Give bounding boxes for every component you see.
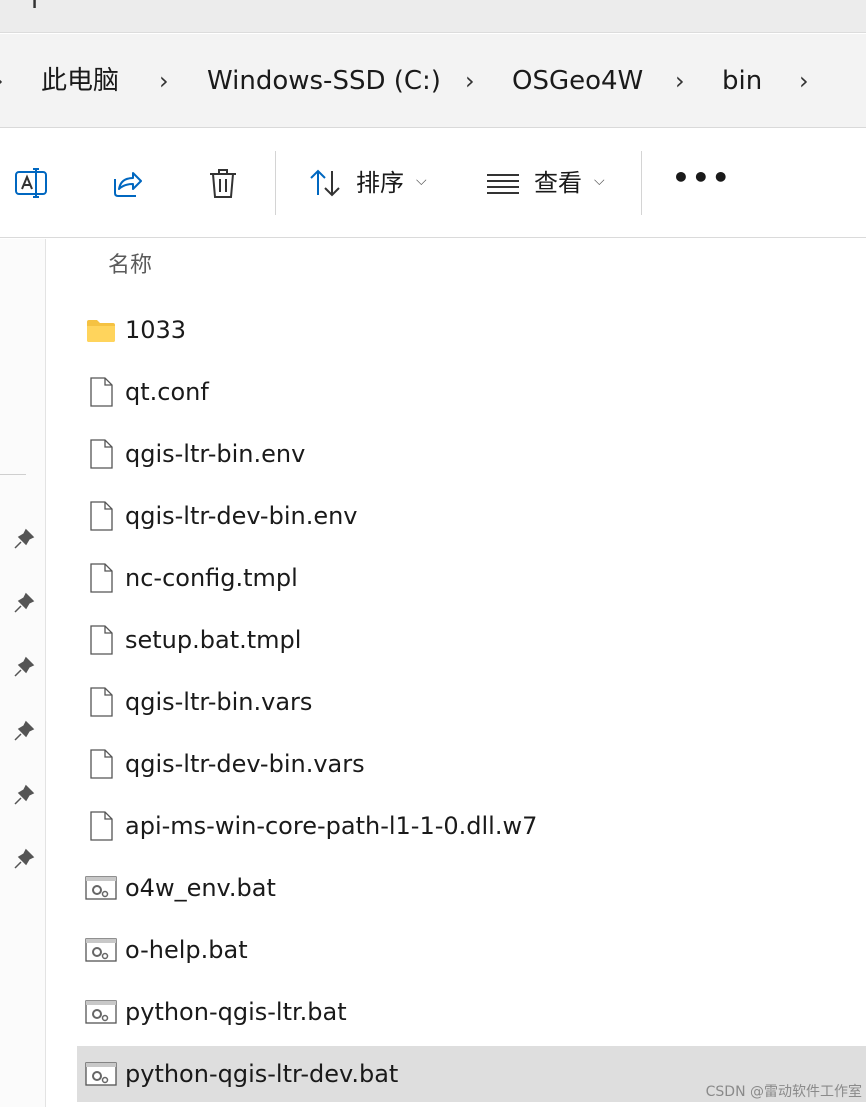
list-item[interactable]: setup.bat.tmpl	[77, 612, 866, 668]
pin-icon[interactable]	[12, 719, 36, 743]
column-header-name[interactable]: 名称	[108, 251, 152, 281]
chevron-down-icon: ⌵	[594, 173, 605, 189]
rename-icon[interactable]	[14, 165, 50, 201]
breadcrumb-item-this-pc[interactable]: 此电脑	[41, 65, 119, 97]
breadcrumb-item-osgeo4w[interactable]: OSGeo4W	[512, 65, 643, 97]
file-name: python-qgis-ltr.bat	[125, 998, 347, 1026]
batch-file-icon	[85, 876, 117, 900]
toolbar-divider	[641, 151, 642, 215]
chevron-down-icon: ⌵	[416, 173, 427, 189]
file-name: o4w_env.bat	[125, 874, 276, 902]
file-name: 1033	[125, 316, 187, 344]
file-name: qgis-ltr-dev-bin.env	[125, 502, 358, 530]
view-button[interactable]: 查看	[534, 167, 582, 199]
file-icon	[90, 377, 113, 407]
file-icon	[90, 501, 113, 531]
file-icon	[90, 687, 113, 717]
list-item[interactable]: o4w_env.bat	[77, 860, 866, 916]
list-item[interactable]: qgis-ltr-bin.env	[77, 426, 866, 482]
pin-icon[interactable]	[12, 527, 36, 551]
list-item[interactable]: nc-config.tmpl	[77, 550, 866, 606]
folder-icon	[87, 320, 115, 342]
batch-file-icon	[85, 938, 117, 962]
breadcrumb-separator[interactable]: ›	[675, 65, 685, 97]
new-tab-button[interactable]: +	[22, 0, 47, 14]
file-name: nc-config.tmpl	[125, 564, 298, 592]
list-item[interactable]: 1033	[77, 302, 866, 358]
view-list-icon[interactable]	[485, 165, 521, 201]
file-name: qt.conf	[125, 378, 209, 406]
file-icon	[90, 811, 113, 841]
breadcrumb-separator[interactable]: ›	[0, 65, 4, 97]
watermark: CSDN @雷动软件工作室	[705, 1084, 862, 1100]
breadcrumb-item-bin[interactable]: bin	[722, 65, 762, 97]
sort-icon[interactable]	[307, 165, 343, 201]
list-item[interactable]: qt.conf	[77, 364, 866, 420]
file-icon	[90, 563, 113, 593]
batch-file-icon	[85, 1062, 117, 1086]
file-icon	[90, 749, 113, 779]
file-icon	[90, 625, 113, 655]
tab-strip: +	[0, 0, 866, 33]
file-name: qgis-ltr-bin.env	[125, 440, 306, 468]
pin-icon[interactable]	[12, 591, 36, 615]
batch-file-icon	[85, 1000, 117, 1024]
file-name: qgis-ltr-bin.vars	[125, 688, 313, 716]
breadcrumb-item-drive-c[interactable]: Windows-SSD (C:)	[207, 65, 441, 97]
list-item[interactable]: python-qgis-ltr.bat	[77, 984, 866, 1040]
share-icon[interactable]	[109, 165, 145, 201]
list-item[interactable]: qgis-ltr-bin.vars	[77, 674, 866, 730]
list-item[interactable]: o-help.bat	[77, 922, 866, 978]
file-name: api-ms-win-core-path-l1-1-0.dll.w7	[125, 812, 538, 840]
file-icon	[90, 439, 113, 469]
pin-icon[interactable]	[12, 847, 36, 871]
nav-divider	[0, 474, 26, 475]
list-item[interactable]: qgis-ltr-dev-bin.vars	[77, 736, 866, 792]
breadcrumb-separator[interactable]: ›	[159, 65, 169, 97]
breadcrumb-separator[interactable]: ›	[799, 65, 809, 97]
more-options-button[interactable]: •••	[672, 161, 732, 194]
file-name: python-qgis-ltr-dev.bat	[125, 1060, 399, 1088]
pin-icon[interactable]	[12, 783, 36, 807]
command-bar: 排序 ⌵ 查看 ⌵ •••	[0, 129, 866, 238]
pin-icon[interactable]	[12, 655, 36, 679]
file-name: setup.bat.tmpl	[125, 626, 302, 654]
file-name: qgis-ltr-dev-bin.vars	[125, 750, 365, 778]
trash-icon[interactable]	[205, 165, 241, 201]
file-name: o-help.bat	[125, 936, 248, 964]
list-item[interactable]: api-ms-win-core-path-l1-1-0.dll.w7	[77, 798, 866, 854]
breadcrumb: › 此电脑 › Windows-SSD (C:) › OSGeo4W › bin…	[0, 34, 866, 128]
breadcrumb-separator[interactable]: ›	[465, 65, 475, 97]
list-item[interactable]: qgis-ltr-dev-bin.env	[77, 488, 866, 544]
toolbar-divider	[275, 151, 276, 215]
navigation-pane	[0, 239, 46, 1107]
sort-button[interactable]: 排序	[356, 167, 404, 199]
